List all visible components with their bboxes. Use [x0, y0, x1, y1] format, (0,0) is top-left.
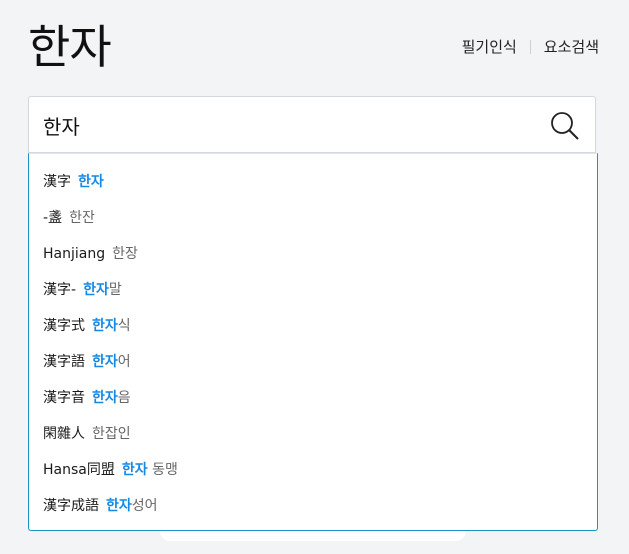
suggestion-highlight: 한자 — [78, 174, 104, 190]
suggestion-item[interactable]: 漢字成語 한자성어 — [29, 488, 597, 524]
suggestion-item[interactable]: 漢字音 한자음 — [29, 380, 597, 416]
suggestion-rest: 한잡인 — [92, 426, 131, 442]
underlying-panel-edge — [160, 531, 466, 541]
suggestion-hanja: Hansa同盟 — [43, 462, 115, 478]
suggestion-rest: 음 — [117, 390, 131, 406]
suggestion-hanja: 漢字音 — [43, 390, 85, 406]
search-box — [28, 96, 596, 153]
suggestion-highlight: 한자 — [92, 390, 118, 406]
suggestion-highlight: 한자 — [92, 354, 118, 370]
suggestion-hanja: 漢字式 — [43, 318, 85, 334]
suggestion-rest: 성어 — [131, 498, 158, 514]
suggestion-highlight: 한자 — [83, 282, 109, 298]
link-divider — [529, 40, 531, 54]
suggestion-item[interactable]: 漢字語 한자어 — [29, 344, 597, 380]
suggestion-item[interactable]: -盞 한잔 — [29, 200, 597, 236]
page-title: 한자 — [28, 20, 112, 74]
suggestion-highlight: 한자 — [92, 318, 118, 334]
suggestion-item[interactable]: 閑雜人 한잡인 — [29, 416, 597, 452]
suggestion-dropdown: 漢字 한자 -盞 한잔 Hanjiang 한장 漢字- 한자말 漢字式 한자식 漢字語 한자… — [28, 153, 598, 531]
suggestion-rest: 말 — [108, 282, 122, 298]
suggestion-highlight: 한자 — [106, 498, 132, 514]
top-links: 필기인식 요소검색 — [462, 36, 599, 58]
search-button[interactable] — [549, 110, 581, 142]
suggestion-item[interactable]: Hansa同盟 한자 동맹 — [29, 452, 597, 488]
suggestion-item[interactable]: Hanjiang 한장 — [29, 236, 597, 272]
suggestion-hanja: -盞 — [43, 210, 63, 226]
suggestion-hanja: 漢字成語 — [43, 498, 99, 514]
suggestion-item[interactable]: 漢字式 한자식 — [29, 308, 597, 344]
suggestion-rest: 동맹 — [147, 462, 178, 478]
suggestion-item[interactable]: 漢字- 한자말 — [29, 272, 597, 308]
suggestion-rest: 한장 — [112, 246, 138, 262]
search-input[interactable] — [43, 107, 523, 143]
page: 한자 필기인식 요소검색 漢字한자 -盞한잔 Hanjiang한장 漢字-한자말… — [0, 0, 629, 554]
suggestion-highlight: 한자 — [121, 462, 148, 478]
search-icon — [551, 112, 579, 140]
suggestion-rest: 한잔 — [69, 210, 95, 226]
suggestion-rest: 식 — [117, 318, 131, 334]
suggestion-rest: 어 — [117, 354, 131, 370]
suggestion-hanja: 漢字- — [43, 282, 77, 298]
suggestion-item[interactable]: 漢字 한자 — [29, 164, 597, 200]
handwriting-recognition-link[interactable]: 필기인식 — [462, 36, 517, 58]
suggestion-hanja: 漢字 — [43, 174, 71, 190]
suggestion-hanja: 漢字語 — [43, 354, 85, 370]
suggestion-hanja: Hanjiang — [43, 246, 106, 262]
suggestion-hanja: 閑雜人 — [43, 426, 85, 442]
radical-search-link[interactable]: 요소검색 — [544, 36, 599, 58]
